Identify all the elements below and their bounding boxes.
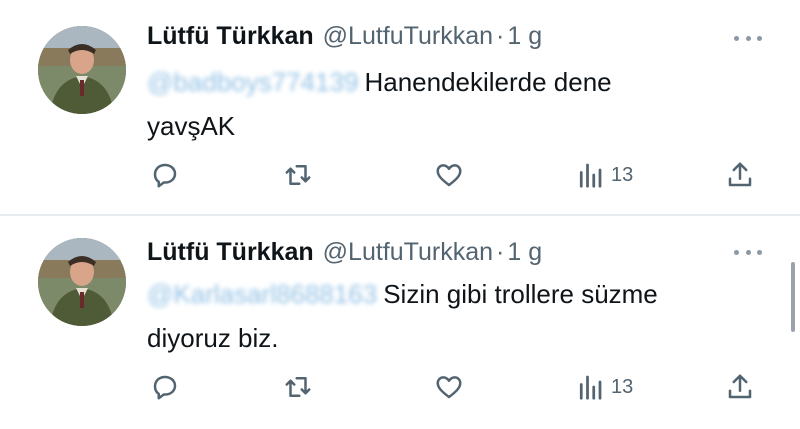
scrollbar[interactable] — [791, 262, 795, 332]
tweet-header: Lütfü Türkkan @LutfuTurkkan · 1 g — [147, 238, 542, 267]
reply-icon — [153, 163, 177, 188]
timestamp[interactable]: 1 g — [507, 238, 542, 267]
author-name[interactable]: Lütfü Türkkan — [147, 238, 314, 267]
retweet-button[interactable] — [282, 370, 314, 404]
like-icon — [436, 376, 462, 399]
avatar[interactable] — [38, 238, 126, 326]
tweet-header: Lütfü Türkkan @LutfuTurkkan · 1 g — [147, 22, 542, 51]
retweet-button[interactable] — [282, 158, 314, 192]
tweet[interactable]: Lütfü Türkkan @LutfuTurkkan · 1 g @Karla… — [0, 216, 800, 429]
views-icon — [579, 163, 602, 188]
mention-link[interactable]: @Karlasarl8688163 — [147, 272, 377, 316]
separator-dot: · — [496, 22, 505, 50]
avatar-photo — [38, 26, 126, 114]
share-button[interactable] — [725, 158, 755, 192]
reply-button[interactable] — [150, 370, 180, 404]
retweet-icon — [285, 377, 311, 397]
tweet-text-line1: Hanendekilerde dene — [364, 67, 612, 97]
retweet-icon — [285, 165, 311, 185]
more-icon[interactable] — [730, 242, 766, 262]
tweet[interactable]: Lütfü Türkkan @LutfuTurkkan · 1 g @badbo… — [0, 0, 800, 215]
share-icon — [728, 162, 752, 187]
like-button[interactable] — [434, 370, 464, 404]
action-bar: 13 — [147, 370, 767, 404]
views-button[interactable]: 13 — [577, 158, 633, 192]
more-icon[interactable] — [730, 28, 766, 48]
views-count: 13 — [611, 375, 634, 398]
avatar[interactable] — [38, 26, 126, 114]
tweet-text-line1: Sizin gibi trollere süzme — [383, 279, 658, 309]
share-button[interactable] — [725, 370, 755, 404]
like-button[interactable] — [434, 158, 464, 192]
avatar-photo — [38, 238, 126, 326]
mention-link[interactable]: @badboys774139 — [147, 60, 358, 104]
separator-dot: · — [496, 238, 505, 266]
reply-icon — [153, 375, 177, 400]
author-handle[interactable]: @LutfuTurkkan — [323, 238, 493, 267]
views-button[interactable]: 13 — [577, 370, 633, 404]
author-name[interactable]: Lütfü Türkkan — [147, 22, 314, 51]
timestamp[interactable]: 1 g — [507, 22, 542, 51]
views-count: 13 — [611, 163, 634, 186]
tweet-text: @badboys774139 Hanendekilerde dene yavşAK — [147, 60, 737, 148]
action-bar: 13 — [147, 158, 767, 192]
tweet-text: @Karlasarl8688163 Sizin gibi trollere süz… — [147, 272, 737, 360]
tweet-text-line2: diyoruz biz. — [147, 323, 279, 353]
views-icon — [579, 375, 602, 400]
author-handle[interactable]: @LutfuTurkkan — [323, 22, 493, 51]
share-icon — [728, 374, 752, 399]
reply-button[interactable] — [150, 158, 180, 192]
like-icon — [436, 164, 462, 187]
tweet-text-line2: yavşAK — [147, 111, 236, 141]
